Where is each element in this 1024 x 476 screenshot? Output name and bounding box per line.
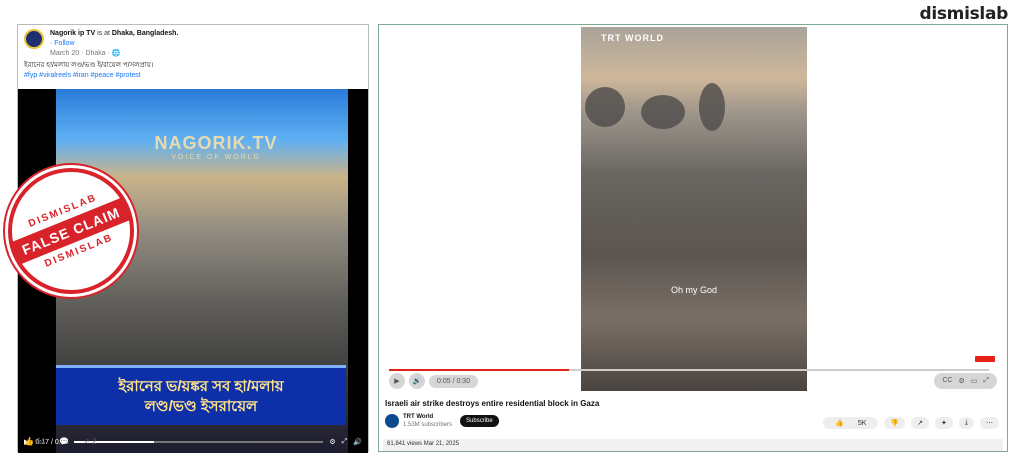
- video-description-box[interactable]: 61,841 views Mar 21, 2025: [383, 439, 1003, 451]
- smoke-shape: [641, 95, 685, 129]
- view-count: 61,841 views: [387, 441, 423, 447]
- clip-icon[interactable]: ✦: [935, 417, 953, 429]
- like-button[interactable]: 👍 54: [24, 437, 45, 446]
- player-controls-right: CC ⚙ ▭ ⤢: [934, 373, 997, 389]
- volume-icon[interactable]: 🔊: [353, 438, 362, 446]
- download-icon[interactable]: ⤓: [958, 417, 974, 429]
- thumbs-up-icon: 👍: [829, 418, 850, 429]
- like-count: 5K: [851, 418, 873, 429]
- progress-bar[interactable]: [389, 369, 989, 371]
- smoke-shape: [585, 87, 625, 127]
- channel-logo: NAGORIK.TV VOICE OF WORLD: [106, 133, 326, 161]
- page-name[interactable]: Nagorik ip TV: [50, 30, 95, 37]
- share-icon[interactable]: ↗: [911, 417, 930, 429]
- play-button[interactable]: ▶: [389, 373, 405, 389]
- post-meta: Nagorik ip TV is at Dhaka, Bangladesh. ·…: [50, 29, 178, 59]
- subscribe-button[interactable]: Subscribe: [460, 415, 499, 427]
- progress-fill: [389, 369, 569, 371]
- video-banner: ইরানের ভ/য়ঙ্কর সব হা/মলায় লণ্ড/ভণ্ড ইস…: [56, 365, 346, 425]
- video-title: Israeli air strike destroys entire resid…: [385, 399, 600, 408]
- channel-watermark: TRT WORLD: [601, 33, 664, 43]
- brand-logo: dismislab: [919, 4, 1008, 24]
- post-date[interactable]: March 20 · Dhaka ·: [50, 50, 112, 57]
- video-subtitle: Oh my God: [670, 285, 717, 295]
- caption-text: ইরানের হা/মলায় লণ্ড/ভণ্ড ই/রায়েল প/সলপ…: [24, 62, 154, 69]
- progress-bar[interactable]: [74, 441, 324, 443]
- player-controls-left: ▶ 🔊 0:05 / 0:30: [389, 373, 479, 389]
- settings-icon[interactable]: ⚙: [958, 377, 964, 385]
- captions-icon[interactable]: CC: [942, 377, 952, 385]
- post-footer: 👍 54 💬 ↗ 2: [24, 437, 96, 446]
- video-tagline: VOICE OF WORLD: [171, 154, 261, 161]
- avatar[interactable]: [24, 29, 44, 49]
- post-header: Nagorik ip TV is at Dhaka, Bangladesh. ·…: [24, 29, 178, 59]
- fullscreen-icon[interactable]: ⤢: [983, 377, 989, 385]
- like-button[interactable]: 👍 5K: [823, 417, 879, 429]
- share-button[interactable]: ↗ 2: [83, 437, 96, 446]
- share-icon: ↗: [83, 437, 90, 446]
- like-count: 54: [36, 437, 46, 446]
- follow-button[interactable]: · Follow: [50, 39, 178, 49]
- banner-line-1: ইরানের ভ/য়ঙ্কর সব হা/মলায়: [118, 377, 284, 395]
- video-time: 0:05 / 0:30: [429, 374, 479, 388]
- dislike-icon[interactable]: 👎: [884, 417, 906, 429]
- comment-icon[interactable]: 💬: [59, 437, 69, 446]
- globe-icon: 🌐: [111, 50, 121, 57]
- subscriber-count: 1.53M subscribers: [403, 422, 453, 428]
- upload-date: Mar 21, 2025: [423, 441, 460, 447]
- is-at-text: is at: [97, 30, 110, 37]
- settings-icon[interactable]: ⚙: [329, 438, 335, 446]
- video-actions: 👍 5K 👎 ↗ ✦ ⤓ ⋯: [823, 417, 999, 429]
- video-logo-text: NAGORIK.TV: [154, 133, 278, 153]
- location-link[interactable]: Dhaka, Bangladesh.: [112, 30, 179, 37]
- like-icon: 👍: [24, 437, 34, 446]
- fullscreen-icon[interactable]: ⤢: [342, 438, 348, 446]
- hashtags[interactable]: #fyp #viralreels #iran #peace #protest: [24, 71, 153, 81]
- youtube-video-page: TRT WORLD Oh my God ▶ 🔊 0:05 / 0:30 CC ⚙…: [378, 24, 1008, 452]
- video-frame[interactable]: TRT WORLD Oh my God: [581, 27, 807, 391]
- more-icon[interactable]: ⋯: [980, 417, 999, 429]
- channel-info: TRT World 1.53M subscribers: [403, 413, 452, 429]
- smoke-shape: [699, 83, 725, 131]
- youtube-badge-icon: [975, 356, 995, 362]
- miniplayer-icon[interactable]: ▭: [971, 377, 978, 385]
- channel-row: TRT World 1.53M subscribers Subscribe: [385, 413, 499, 429]
- post-caption: ইরানের হা/মলায় লণ্ড/ভণ্ড ই/রায়েল প/সলপ…: [24, 61, 153, 81]
- banner-line-2: লণ্ড/ভণ্ড ইসরায়েল: [144, 397, 258, 415]
- channel-avatar[interactable]: [385, 414, 399, 428]
- share-count: 2: [92, 437, 97, 446]
- channel-name[interactable]: TRT World: [403, 414, 433, 420]
- volume-button[interactable]: 🔊: [409, 373, 425, 389]
